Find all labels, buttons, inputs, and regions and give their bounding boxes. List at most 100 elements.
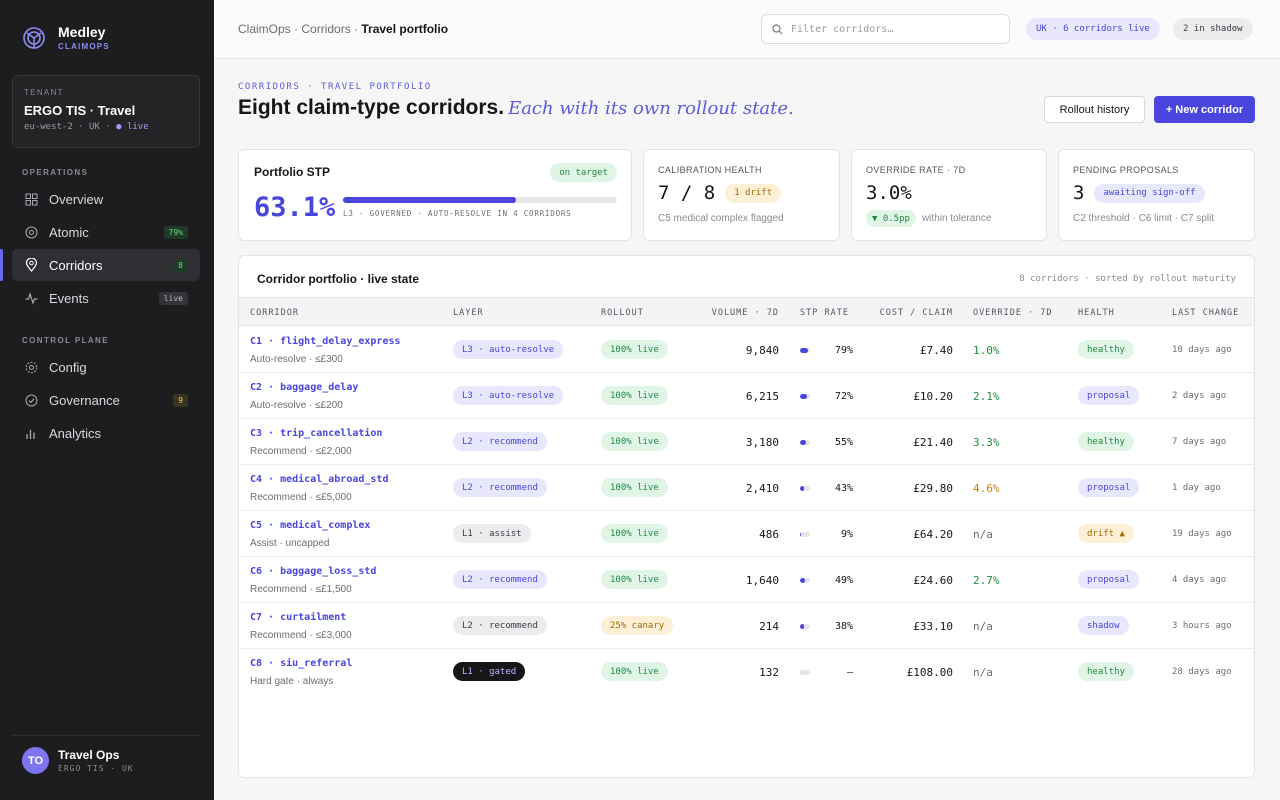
tenant-status: ● live [116, 122, 149, 132]
stp-mini-bar [800, 394, 810, 399]
calibration-title: CALIBRATION HEALTH [658, 165, 762, 175]
sidebar-item-overview[interactable]: Overview [12, 183, 200, 215]
table-row[interactable]: C5 · medical_complex Assist · uncapped L1 … [239, 511, 1254, 557]
tenant-switcher[interactable]: TENANT ERGO TIS · Travel eu-west-2 · UK … [12, 75, 200, 148]
stp-value: 72% [834, 391, 853, 402]
sidebar-item-config[interactable]: Config [12, 351, 200, 383]
corridor-name[interactable]: C7 · curtailment [250, 612, 346, 623]
sidebar-item-corridors[interactable]: Corridors 8 [12, 249, 200, 281]
sidebar-item-events[interactable]: Events live [12, 282, 200, 314]
calibration-sub: C5 medical complex flagged [658, 213, 784, 224]
corridor-name[interactable]: C8 · siu_referral [250, 658, 352, 669]
table-row[interactable]: C4 · medical_abroad_std Recommend · ≤£5,0… [239, 465, 1254, 511]
avatar: TO [22, 747, 49, 774]
user-profile[interactable]: TO Travel Ops ERGO TIS · UK [12, 735, 200, 774]
stp-value: 63.1% [254, 192, 336, 223]
corridor-name[interactable]: C3 · trip_cancellation [250, 428, 382, 439]
stp-value: 55% [834, 437, 853, 448]
sidebar-item-governance[interactable]: Governance 9 [12, 384, 200, 416]
sidebar-item-label: Governance [49, 392, 120, 408]
user-name: Travel Ops [58, 748, 120, 762]
sidebar-item-analytics[interactable]: Analytics [12, 417, 200, 449]
corridor-desc: Auto-resolve · ≤£300 [250, 354, 343, 365]
nav-section-control-plane: CONTROL PLANE [22, 336, 109, 345]
tenant-region: eu-west-2 · UK · [24, 122, 111, 132]
new-corridor-button[interactable]: + New corridor [1154, 96, 1255, 123]
rollout-tag: 100% live [601, 340, 668, 359]
col-corridor[interactable]: CORRIDOR [250, 308, 299, 318]
col-layer[interactable]: LAYER [453, 308, 484, 318]
sidebar: Medley CLAIMOPS TENANT ERGO TIS · Travel… [0, 0, 214, 800]
rollout-tag: 25% canary [601, 616, 674, 635]
table-row[interactable]: C3 · trip_cancellation Recommend · ≤£2,00… [239, 419, 1254, 465]
col-stp[interactable]: STP RATE [800, 308, 849, 318]
col-health[interactable]: HEALTH [1078, 308, 1115, 318]
cost-value: £33.10 [913, 620, 953, 633]
volume-value: 3,180 [745, 436, 779, 449]
last-change: 1 day ago [1172, 483, 1221, 493]
stp-value: 9% [840, 529, 853, 540]
col-volume[interactable]: VOLUME · 7D [712, 308, 779, 318]
active-indicator [0, 249, 3, 281]
override-value: 4.6% [973, 482, 1000, 495]
table-row[interactable]: C2 · baggage_delay Auto-resolve · ≤£200 L3… [239, 373, 1254, 419]
rollout-tag: 100% live [601, 662, 668, 681]
gear-icon [24, 360, 38, 374]
breadcrumb-claimops[interactable]: ClaimOps [238, 22, 291, 36]
layer-tag: L1 · gated [453, 662, 526, 681]
sidebar-item-label: Overview [49, 191, 104, 207]
search-box[interactable] [761, 14, 1010, 44]
col-last-change[interactable]: LAST CHANGE [1172, 308, 1239, 318]
table-row[interactable]: C1 · flight_delay_express Auto-resolve · … [239, 327, 1254, 373]
sidebar-item-atomic[interactable]: Atomic 79% [12, 216, 200, 248]
panel-meta: 8 corridors · sorted by rollout maturity [1019, 274, 1236, 284]
nav-section-operations: OPERATIONS [22, 168, 89, 177]
page-title-italic: Each with its own rollout state. [508, 98, 794, 119]
pending-title: PENDING PROPOSALS [1073, 165, 1179, 175]
corridor-name[interactable]: C1 · flight_delay_express [250, 336, 401, 347]
col-cost[interactable]: COST / CLAIM [880, 308, 953, 318]
shadow-corridors-pill[interactable]: 2 in shadow [1173, 18, 1253, 40]
health-tag: healthy [1078, 662, 1134, 681]
brand[interactable]: Medley CLAIMOPS [22, 24, 110, 51]
cost-value: £108.00 [906, 666, 953, 679]
stp-progress-track [343, 197, 617, 203]
corridor-desc: Assist · uncapped [250, 538, 330, 549]
stp-status-tag: on target [550, 163, 617, 182]
corridor-desc: Recommend · ≤£5,000 [250, 492, 352, 503]
rollout-history-button[interactable]: Rollout history [1044, 96, 1145, 123]
stp-mini-bar [800, 486, 810, 491]
events-badge: live [158, 291, 188, 305]
rollout-tag: 100% live [601, 478, 668, 497]
col-override[interactable]: OVERRIDE · 7D [973, 308, 1053, 318]
override-title: OVERRIDE RATE · 7D [866, 165, 966, 175]
brand-name: Medley [58, 24, 106, 40]
stp-mini-fill [800, 440, 806, 445]
pending-proposals-card: PENDING PROPOSALS 3 awaiting sign-off C2… [1058, 149, 1255, 241]
table-row[interactable]: C7 · curtailment Recommend · ≤£3,000 L2 · … [239, 603, 1254, 649]
table-row[interactable]: C6 · baggage_loss_std Recommend · ≤£1,500… [239, 557, 1254, 603]
atomic-badge: 79% [163, 225, 188, 239]
tenant-label: TENANT [24, 88, 64, 97]
stp-mini-bar [800, 670, 810, 675]
live-corridors-pill[interactable]: UK · 6 corridors live [1026, 18, 1160, 40]
sidebar-item-label: Events [49, 290, 89, 306]
col-rollout[interactable]: ROLLOUT [601, 308, 644, 318]
search-input[interactable] [791, 23, 991, 35]
corridor-name[interactable]: C4 · medical_abroad_std [250, 474, 388, 485]
last-change: 19 days ago [1172, 529, 1232, 539]
portfolio-stp-card: Portfolio STP on target 63.1% L3 · GOVER… [238, 149, 632, 241]
breadcrumb-corridors[interactable]: Corridors [301, 22, 350, 36]
pending-sub: C2 threshold · C6 limit · C7 split [1073, 213, 1215, 224]
corridor-name[interactable]: C2 · baggage_delay [250, 382, 358, 393]
sidebar-item-label: Atomic [49, 224, 89, 240]
volume-value: 6,215 [745, 390, 779, 403]
corridor-name[interactable]: C6 · baggage_loss_std [250, 566, 376, 577]
corridor-name[interactable]: C5 · medical_complex [250, 520, 370, 531]
table-row[interactable]: C8 · siu_referral Hard gate · always L1 · … [239, 649, 1254, 695]
breadcrumb-current: Travel portfolio [361, 22, 449, 36]
override-sub: within tolerance [921, 213, 992, 224]
rollout-tag: 100% live [601, 386, 668, 405]
health-tag: proposal [1078, 478, 1140, 497]
volume-value: 214 [759, 620, 779, 633]
